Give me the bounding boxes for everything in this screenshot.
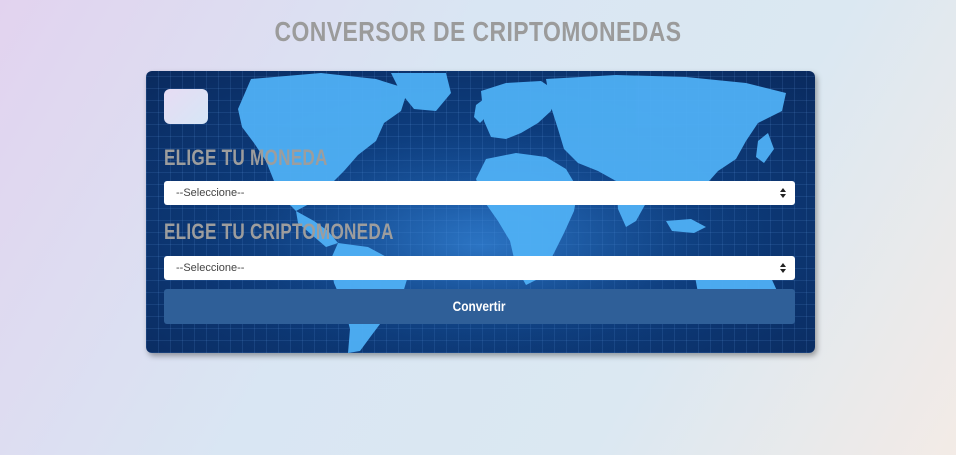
- currency-label: ELIGE TU MONEDA: [164, 145, 328, 170]
- convert-button[interactable]: Convertir: [164, 289, 795, 324]
- currency-select-value: --Seleccione--: [176, 187, 245, 199]
- crypto-label: ELIGE TU CRIPTOMONEDA: [164, 219, 394, 244]
- crypto-select-value: --Seleccione--: [176, 262, 245, 274]
- converter-card: ELIGE TU MONEDA --Seleccione-- ELIGE TU …: [146, 71, 815, 353]
- currency-select[interactable]: --Seleccione--: [164, 181, 795, 205]
- select-arrows-icon: [780, 263, 786, 273]
- crypto-select[interactable]: --Seleccione--: [164, 256, 795, 280]
- logo-placeholder: [164, 89, 208, 124]
- select-arrows-icon: [780, 188, 786, 198]
- convert-button-label: Convertir: [453, 298, 506, 314]
- page-title: CONVERSOR DE CRIPTOMONEDAS: [274, 16, 682, 47]
